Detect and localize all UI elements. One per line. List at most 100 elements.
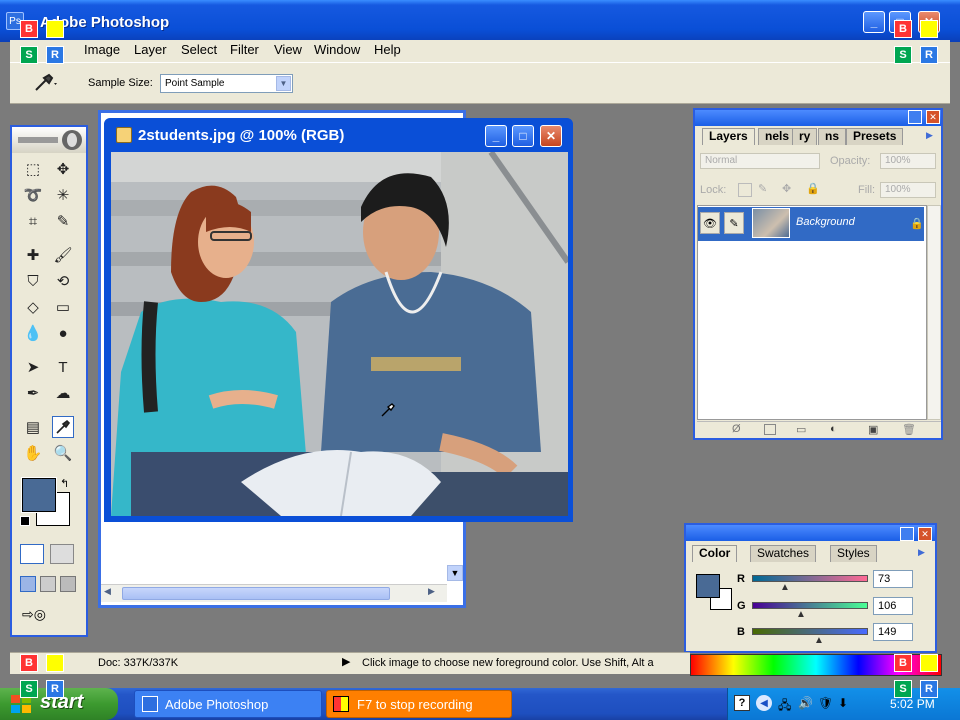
color-panel-close-button[interactable]: ✕: [918, 527, 932, 541]
marquee-tool-icon[interactable]: ⬚: [22, 158, 44, 180]
color-fg-swatch[interactable]: [696, 574, 720, 598]
adjustment-layer-icon[interactable]: ◐: [830, 423, 837, 435]
toolbox-header[interactable]: [12, 127, 86, 153]
eraser-tool-icon[interactable]: ◇: [22, 296, 44, 318]
scroll-left-icon[interactable]: ◀: [104, 586, 111, 597]
taskbar-item-recorder[interactable]: F7 to stop recording: [326, 690, 512, 718]
brush-tool-icon[interactable]: 🖌: [52, 244, 74, 266]
menu-view[interactable]: View: [274, 42, 302, 60]
status-arrow-icon[interactable]: ▶: [342, 655, 350, 668]
layer-style-icon[interactable]: Ø: [732, 423, 741, 435]
menu-help[interactable]: Help: [374, 42, 401, 60]
magic-wand-tool-icon[interactable]: ✳: [52, 184, 74, 206]
slice-tool-icon[interactable]: ✎: [52, 210, 74, 232]
standard-screen-mode-icon[interactable]: [20, 576, 36, 592]
lock-position-icon[interactable]: ✥: [782, 182, 791, 195]
channel-b-value[interactable]: 149: [873, 623, 913, 641]
menu-layer[interactable]: Layer: [134, 42, 167, 60]
shape-tool-icon[interactable]: ☁: [52, 382, 74, 404]
channel-b-thumb[interactable]: ▲: [814, 635, 824, 646]
dodge-tool-icon[interactable]: ●: [52, 322, 74, 344]
layer-mask-icon[interactable]: [764, 424, 776, 435]
layers-panel-close-button[interactable]: ✕: [926, 110, 940, 124]
clock[interactable]: 5:02 PM: [890, 697, 935, 711]
eye-icon[interactable]: 👁: [700, 212, 720, 234]
notes-tool-icon[interactable]: ▤: [22, 416, 44, 438]
hand-tool-icon[interactable]: ✋: [22, 442, 44, 464]
menu-select[interactable]: Select: [181, 42, 217, 60]
chevron-down-icon[interactable]: ▼: [276, 76, 291, 91]
eyedropper-preset-icon[interactable]: [30, 72, 58, 94]
full-screen-menu-mode-icon[interactable]: [40, 576, 56, 592]
tab-styles[interactable]: Styles: [830, 545, 877, 562]
tray-collapse-icon[interactable]: ◀: [756, 695, 772, 711]
help-tray-icon[interactable]: ?: [734, 695, 750, 711]
layers-panel-titlebar[interactable]: [695, 110, 941, 126]
image-canvas[interactable]: [111, 152, 568, 516]
new-group-icon[interactable]: ▭: [796, 423, 806, 436]
menu-image[interactable]: Image: [84, 42, 120, 60]
tab-channels[interactable]: nels: [758, 128, 797, 145]
healing-brush-tool-icon[interactable]: ✚: [22, 244, 44, 266]
type-tool-icon[interactable]: T: [52, 356, 74, 378]
channel-b-slider[interactable]: [752, 628, 868, 635]
channel-g-slider[interactable]: [752, 602, 868, 609]
zoom-tool-icon[interactable]: 🔍: [52, 442, 74, 464]
layers-panel-minimize-button[interactable]: [908, 110, 922, 124]
blend-mode-select[interactable]: Normal: [700, 153, 820, 169]
channel-r-slider[interactable]: [752, 575, 868, 582]
tab-layers[interactable]: Layers: [702, 128, 755, 145]
network-tray-icon[interactable]: 🖧: [778, 696, 791, 717]
trash-icon[interactable]: 🗑: [902, 423, 916, 436]
lock-pixels-icon[interactable]: ✎: [758, 182, 767, 195]
tab-history[interactable]: ry: [792, 128, 818, 145]
color-panel-minimize-button[interactable]: [900, 527, 914, 541]
doc-size-readout[interactable]: Doc: 337K/337K: [98, 657, 178, 669]
lock-transparency-icon[interactable]: [738, 183, 752, 197]
tab-presets[interactable]: Presets: [846, 128, 904, 145]
menu-window[interactable]: Window: [314, 42, 360, 60]
fill-field[interactable]: 100%: [880, 182, 936, 198]
pen-tool-icon[interactable]: ✒: [22, 382, 44, 404]
standard-mode-icon[interactable]: [20, 544, 44, 564]
scroll-right-icon[interactable]: ▶: [428, 586, 435, 597]
full-screen-mode-icon[interactable]: [60, 576, 76, 592]
channel-r-value[interactable]: 73: [873, 570, 913, 588]
layers-panel-menu-icon[interactable]: ▶: [926, 130, 933, 141]
taskbar-item-photoshop[interactable]: Adobe Photoshop: [134, 690, 322, 718]
volume-tray-icon[interactable]: 🔊: [798, 696, 813, 710]
blur-tool-icon[interactable]: 💧: [22, 322, 44, 344]
eyedropper-tool-icon[interactable]: [52, 416, 74, 438]
channel-g-value[interactable]: 106: [873, 597, 913, 615]
channel-r-thumb[interactable]: ▲: [780, 582, 790, 593]
doc-maximize-button[interactable]: □: [512, 125, 534, 147]
tab-color[interactable]: Color: [692, 545, 738, 562]
lasso-tool-icon[interactable]: ➰: [22, 184, 44, 206]
minimize-button[interactable]: _: [863, 11, 885, 33]
color-panel-menu-icon[interactable]: ▶: [918, 547, 925, 558]
doc-minimize-button[interactable]: _: [485, 125, 507, 147]
new-layer-icon[interactable]: ▣: [868, 423, 878, 436]
sample-size-select[interactable]: Point Sample ▼: [160, 74, 293, 93]
menu-filter[interactable]: Filter: [230, 42, 259, 60]
doc-close-button[interactable]: ✕: [540, 125, 562, 147]
foreground-color-swatch[interactable]: [21, 477, 57, 513]
crop-tool-icon[interactable]: ⌗: [22, 210, 44, 232]
default-colors-icon[interactable]: [20, 516, 30, 526]
quick-mask-mode-icon[interactable]: [50, 544, 74, 564]
swap-colors-icon[interactable]: ↰: [60, 477, 69, 490]
channel-g-thumb[interactable]: ▲: [796, 609, 806, 620]
color-panel-titlebar[interactable]: [686, 525, 935, 541]
path-selection-tool-icon[interactable]: ➤: [22, 356, 44, 378]
opacity-field[interactable]: 100%: [880, 153, 936, 169]
jump-to-imageready-icon[interactable]: ⇨◎: [22, 606, 74, 626]
scrollbar-thumb[interactable]: [122, 587, 390, 600]
move-tool-icon[interactable]: ✥: [52, 158, 74, 180]
history-brush-tool-icon[interactable]: ⟲: [52, 270, 74, 292]
lock-all-icon[interactable]: 🔒: [806, 182, 820, 195]
security-tray-icon[interactable]: 🛡: [818, 696, 833, 710]
layer-name[interactable]: Background: [796, 216, 855, 228]
scroll-down-icon[interactable]: ▼: [447, 565, 463, 581]
layers-scrollbar[interactable]: [927, 205, 941, 420]
gradient-tool-icon[interactable]: ▭: [52, 296, 74, 318]
